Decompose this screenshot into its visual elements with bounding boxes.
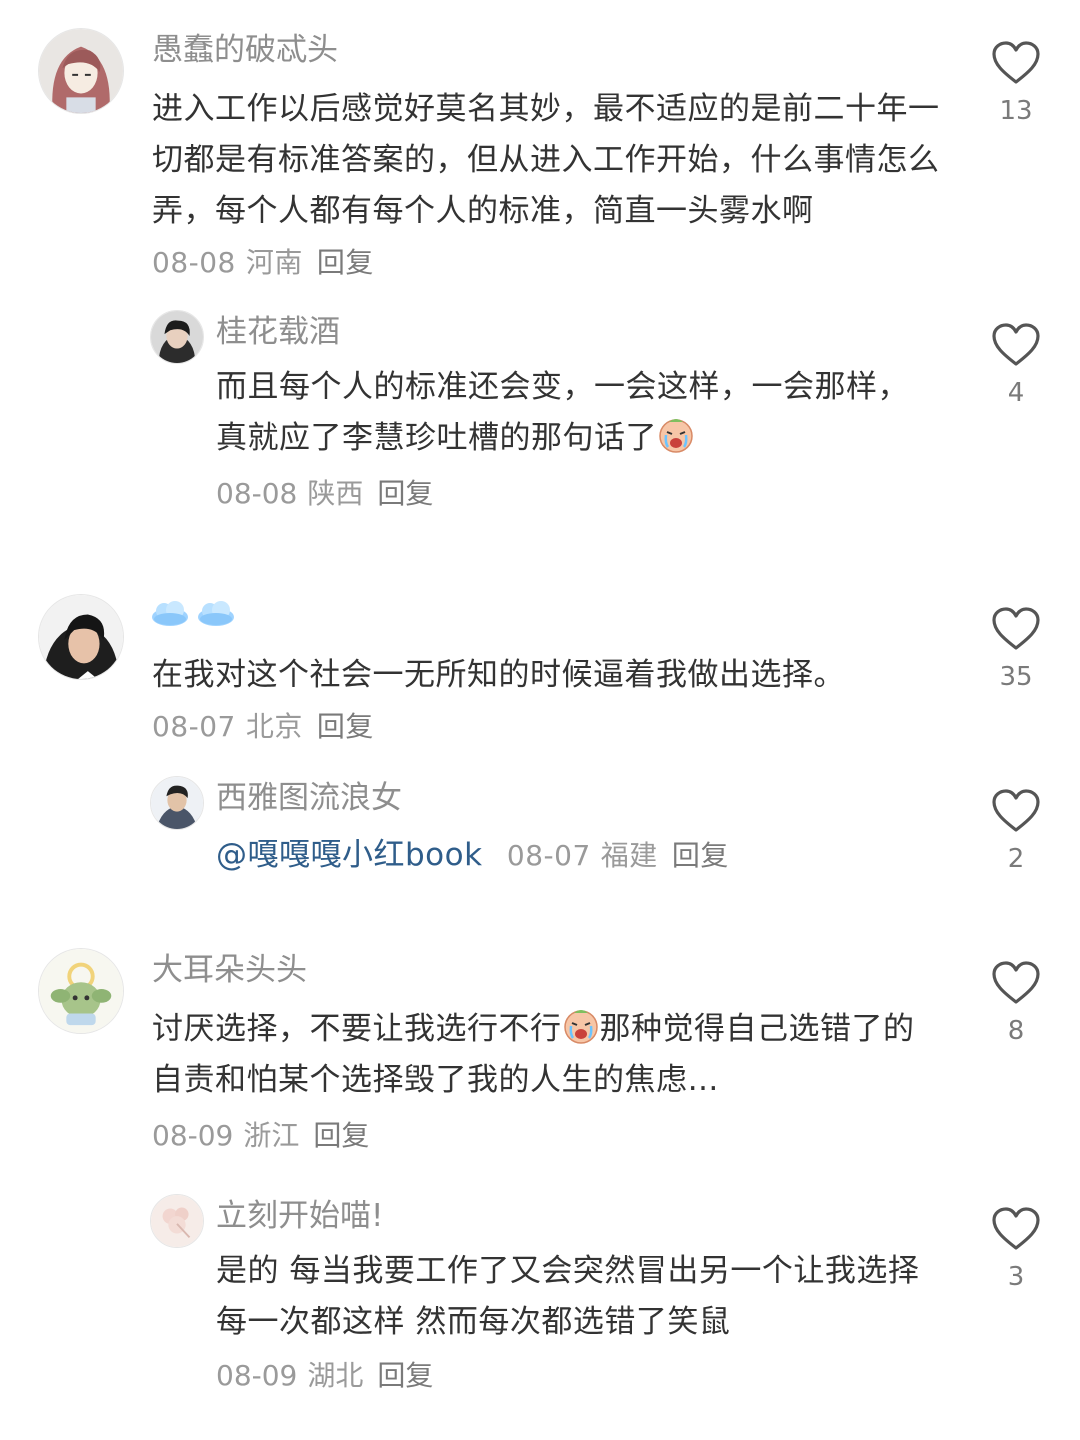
comment-date: 08-08 [216, 477, 298, 510]
reply-button[interactable]: 回复 [313, 1119, 369, 1152]
username[interactable]: 立刻开始喵! [216, 1196, 383, 1236]
reply-button[interactable]: 回复 [317, 710, 374, 743]
comment-meta: 08-08 河南 回复 [152, 246, 374, 279]
comment-date: 08-09 [152, 1119, 234, 1152]
like-button[interactable]: 3 [981, 1206, 1051, 1292]
comment-text: 进入工作以后感觉好莫名其妙，最不适应的是前二十年一切都是有标准答案的，但从进入工… [152, 84, 942, 288]
like-button[interactable]: 4 [981, 322, 1051, 408]
cloud-icon [150, 600, 190, 628]
mention-link[interactable]: @嘎嘎嘎小红book [216, 837, 483, 873]
like-count: 4 [1007, 378, 1025, 408]
comment-date: 08-07 [152, 710, 236, 743]
comment-meta: 08-09 浙江 回复 [152, 1116, 369, 1156]
comment-date: 08-07 [506, 839, 591, 872]
like-count: 2 [1007, 844, 1025, 874]
reply-button[interactable]: 回复 [672, 839, 729, 872]
comment-location: 浙江 [243, 1119, 300, 1152]
reply-button[interactable]: 回复 [377, 477, 433, 510]
username[interactable]: 大耳朵头头 [152, 950, 307, 990]
comment-date: 08-08 [152, 246, 236, 279]
reply-button[interactable]: 回复 [317, 246, 374, 279]
avatar[interactable] [38, 594, 124, 680]
reply-button[interactable]: 回复 [377, 1359, 433, 1392]
comment-location: 河南 [245, 246, 303, 279]
comment-meta: 08-07 福建 回复 [507, 839, 729, 872]
heart-icon [991, 322, 1041, 368]
comment-location: 北京 [245, 710, 303, 743]
heart-icon [991, 960, 1041, 1006]
username[interactable]: 西雅图流浪女 [216, 778, 402, 818]
like-count: 35 [999, 662, 1033, 692]
like-button[interactable]: 35 [981, 606, 1051, 692]
username[interactable] [150, 600, 242, 632]
cloud-icon [196, 600, 236, 628]
comment-body: 而且每个人的标准还会变，一会这样，一会那样，真就应了李慧珍吐槽的那句话了 [216, 369, 909, 456]
comment-location: 陕西 [307, 477, 364, 510]
comment-body: 是的 每当我要工作了又会突然冒出另一个让我选择 每一次都这样 然而每次都选错了笑… [216, 1253, 920, 1340]
comment-meta: 08-09 湖北 回复 [216, 1356, 433, 1396]
comment-text: 讨厌选择，不要让我选行不行 那种觉得自己选错了的自责和怕某个选择毁了我的人生的焦虑… [152, 1004, 942, 1106]
comment-location: 福建 [600, 839, 658, 872]
comment-body: 进入工作以后感觉好莫名其妙，最不适应的是前二十年一切都是有标准答案的，但从进入工… [152, 91, 940, 229]
like-count: 8 [1007, 1016, 1025, 1046]
crying-face-emoji [562, 1007, 600, 1045]
avatar[interactable] [150, 310, 204, 364]
like-button[interactable]: 8 [981, 960, 1051, 1046]
avatar[interactable] [150, 1194, 204, 1248]
avatar[interactable] [150, 776, 204, 830]
crying-face-emoji [657, 416, 695, 454]
comment-text: 而且每个人的标准还会变，一会这样，一会那样，真就应了李慧珍吐槽的那句话了 [216, 362, 916, 464]
comment-meta: 08-08 陕西 回复 [216, 474, 433, 514]
like-count: 3 [1007, 1262, 1025, 1292]
avatar[interactable] [38, 948, 124, 1034]
heart-icon [991, 788, 1041, 834]
username[interactable]: 桂花载酒 [216, 312, 340, 352]
like-button[interactable]: 2 [981, 788, 1051, 874]
like-count: 13 [999, 96, 1033, 126]
comment-text: @嘎嘎嘎小红book 08-07 福建 回复 [216, 830, 936, 881]
comment-text: 在我对这个社会一无所知的时候逼着我做出选择。 08-07 北京 回复 [152, 650, 912, 752]
comment-body: 讨厌选择，不要让我选行不行 [152, 1011, 562, 1047]
username[interactable]: 愚蠢的破忒头 [152, 30, 338, 70]
avatar[interactable] [38, 28, 124, 114]
comment-location: 湖北 [307, 1359, 364, 1392]
heart-icon [991, 40, 1041, 86]
comment-date: 08-09 [216, 1359, 298, 1392]
comment-text: 是的 每当我要工作了又会突然冒出另一个让我选择 每一次都这样 然而每次都选错了笑… [216, 1246, 941, 1348]
comment-meta: 08-07 北京 回复 [152, 710, 374, 743]
heart-icon [991, 606, 1041, 652]
like-button[interactable]: 13 [981, 40, 1051, 126]
comment-body: 在我对这个社会一无所知的时候逼着我做出选择。 [152, 657, 845, 693]
heart-icon [991, 1206, 1041, 1252]
